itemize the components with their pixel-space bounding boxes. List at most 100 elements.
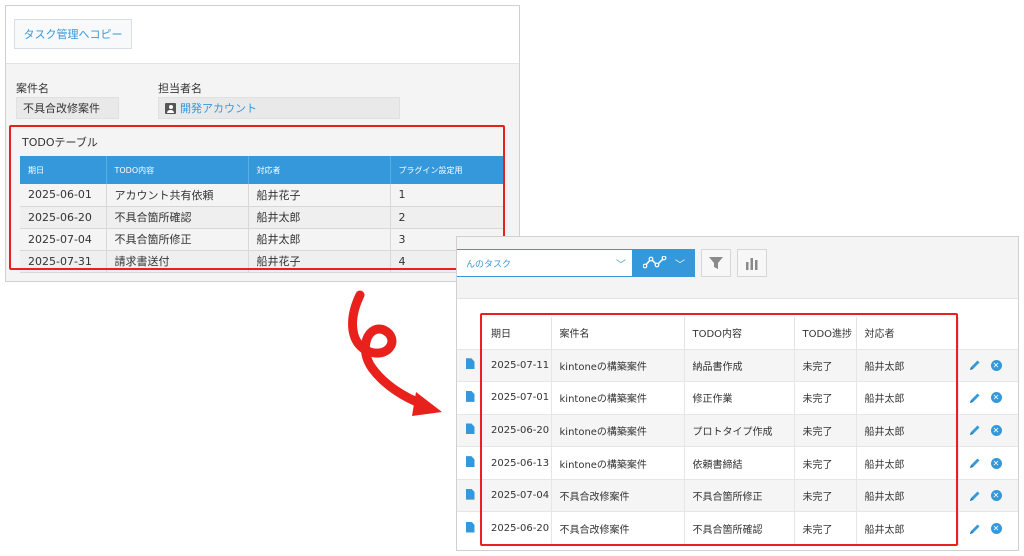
list-cell-progress: 未完了 <box>794 511 857 545</box>
todo-table-title: TODOテーブル <box>22 136 98 149</box>
list-cell-due: 2025-06-20 <box>483 511 552 545</box>
list-row[interactable]: 2025-06-20 kintoneの構築案件 プロトタイプ作成 未完了 船井太郎 ✕ <box>457 413 1018 447</box>
todo-cell-due: 2025-06-01 <box>20 184 107 207</box>
list-cell-due: 2025-07-11 <box>483 348 552 382</box>
delete-circle-icon[interactable]: ✕ <box>990 359 1002 371</box>
copy-to-task-button[interactable]: タスク管理へコピー <box>14 19 132 49</box>
list-row[interactable]: 2025-07-04 不具合改修案件 不具合箇所修正 未完了 船井太郎 ✕ <box>457 478 1018 512</box>
list-cell-detail[interactable] <box>457 446 483 480</box>
document-icon[interactable] <box>465 456 475 468</box>
document-icon[interactable] <box>465 488 475 500</box>
todo-cell-due: 2025-06-20 <box>20 206 107 229</box>
list-cell-actions: ✕ <box>958 381 1018 415</box>
list-row[interactable]: 2025-06-20 不具合改修案件 不具合箇所確認 未完了 船井太郎 ✕ <box>457 511 1018 545</box>
list-cell-todo: プロトタイプ作成 <box>684 413 795 447</box>
list-cell-todo: 修正作業 <box>684 381 795 415</box>
todo-col-plugin: プラグイン設定用 <box>390 156 504 184</box>
list-cell-todo: 納品書作成 <box>684 348 795 382</box>
list-col-progress: TODO進捗 <box>794 317 857 349</box>
todo-table-row: 2025-06-20 不具合箇所確認 船井太郎 2 <box>20 206 504 229</box>
list-cell-assignee: 船井太郎 <box>856 413 959 447</box>
list-col-assignee: 対応者 <box>856 317 959 349</box>
chart-button[interactable] <box>737 249 767 277</box>
todo-cell-content: 不具合箇所修正 <box>106 228 249 251</box>
edit-pencil-icon[interactable] <box>969 392 981 404</box>
list-cell-progress: 未完了 <box>794 413 857 447</box>
list-cell-progress: 未完了 <box>794 446 857 480</box>
owner-name-value: 開発アカウント <box>158 97 400 119</box>
todo-cell-content: 不具合箇所確認 <box>106 206 249 229</box>
todo-cell-plugin: 1 <box>390 184 504 207</box>
list-cell-actions: ✕ <box>958 511 1018 545</box>
list-cell-detail[interactable] <box>457 413 483 447</box>
todo-col-assignee: 対応者 <box>248 156 391 184</box>
edit-pencil-icon[interactable] <box>969 523 981 535</box>
delete-circle-icon[interactable]: ✕ <box>990 392 1002 404</box>
delete-circle-icon[interactable]: ✕ <box>990 457 1002 469</box>
todo-col-content: TODO内容 <box>106 156 249 184</box>
list-cell-actions: ✕ <box>958 446 1018 480</box>
document-icon[interactable] <box>465 358 475 370</box>
list-cell-actions: ✕ <box>958 478 1018 512</box>
edit-pencil-icon[interactable] <box>969 457 981 469</box>
list-cell-due: 2025-07-01 <box>483 381 552 415</box>
red-curved-arrow-icon <box>348 290 442 416</box>
view-select-dropdown[interactable]: んのタスク ﹀ <box>457 249 633 277</box>
detail-toolbar: タスク管理へコピー <box>6 6 519 64</box>
list-cell-todo: 依頼書締結 <box>684 446 795 480</box>
list-cell-assignee: 船井太郎 <box>856 381 959 415</box>
list-row[interactable]: 2025-06-13 kintoneの構築案件 依頼書締結 未完了 船井太郎 ✕ <box>457 446 1018 480</box>
record-detail-panel: タスク管理へコピー 案件名 不具合改修案件 担当者名 開発アカウント TODOテ… <box>5 5 520 282</box>
list-col-actions <box>958 317 1018 349</box>
list-row[interactable]: 2025-07-01 kintoneの構築案件 修正作業 未完了 船井太郎 ✕ <box>457 381 1018 415</box>
view-select-value: んのタスク <box>466 259 512 270</box>
delete-circle-icon[interactable]: ✕ <box>990 523 1002 535</box>
list-col-todo: TODO内容 <box>684 317 795 349</box>
list-cell-actions: ✕ <box>958 348 1018 382</box>
list-cell-detail[interactable] <box>457 348 483 382</box>
list-cell-assignee: 船井太郎 <box>856 348 959 382</box>
case-name-value: 不具合改修案件 <box>16 97 119 119</box>
list-cell-assignee: 船井太郎 <box>856 511 959 545</box>
bar-chart-icon <box>746 258 758 270</box>
list-cell-case: 不具合改修案件 <box>551 478 685 512</box>
user-icon <box>165 102 176 114</box>
chevron-down-icon: ﹀ <box>675 259 685 271</box>
edit-pencil-icon[interactable] <box>969 424 981 436</box>
delete-circle-icon[interactable]: ✕ <box>990 424 1002 436</box>
list-cell-actions: ✕ <box>958 413 1018 447</box>
owner-account-name: 開発アカウント <box>180 102 257 115</box>
list-cell-detail[interactable] <box>457 511 483 545</box>
document-icon[interactable] <box>465 390 475 402</box>
list-row[interactable]: 2025-07-11 kintoneの構築案件 納品書作成 未完了 船井太郎 ✕ <box>457 348 1018 382</box>
edit-pencil-icon[interactable] <box>969 490 981 502</box>
list-cell-detail[interactable] <box>457 478 483 512</box>
list-cell-detail[interactable] <box>457 381 483 415</box>
graph-menu-button[interactable]: ﹀ <box>633 249 695 277</box>
list-cell-todo: 不具合箇所確認 <box>684 511 795 545</box>
list-cell-progress: 未完了 <box>794 478 857 512</box>
todo-table: 期日 TODO内容 対応者 プラグイン設定用 2025-06-01 アカウント共有… <box>20 156 504 273</box>
list-cell-case: kintoneの構築案件 <box>551 348 685 382</box>
list-cell-assignee: 船井太郎 <box>856 446 959 480</box>
edit-pencil-icon[interactable] <box>969 359 981 371</box>
delete-circle-icon[interactable]: ✕ <box>990 490 1002 502</box>
list-cell-due: 2025-06-20 <box>483 413 552 447</box>
owner-account-link[interactable]: 開発アカウント <box>165 100 257 116</box>
todo-cell-due: 2025-07-04 <box>20 228 107 251</box>
list-cell-todo: 不具合箇所修正 <box>684 478 795 512</box>
document-icon[interactable] <box>465 521 475 533</box>
list-cell-progress: 未完了 <box>794 348 857 382</box>
list-col-icon <box>457 317 483 349</box>
todo-cell-due: 2025-07-31 <box>20 250 107 273</box>
task-list-table: 期日 案件名 TODO内容 TODO進捗 対応者 2025-07-11 kinto… <box>457 317 1018 545</box>
list-cell-case: kintoneの構築案件 <box>551 381 685 415</box>
task-list-panel: んのタスク ﹀ ﹀ 期日 案件名 TODO内容 TODO進捗 対応者 2025-… <box>456 236 1019 551</box>
line-graph-icon <box>643 256 667 269</box>
filter-button[interactable] <box>701 249 731 277</box>
todo-cell-assignee: 船井太郎 <box>248 206 391 229</box>
list-col-case: 案件名 <box>551 317 685 349</box>
todo-cell-content: 請求書送付 <box>106 250 249 273</box>
document-icon[interactable] <box>465 423 475 435</box>
list-cell-case: kintoneの構築案件 <box>551 413 685 447</box>
